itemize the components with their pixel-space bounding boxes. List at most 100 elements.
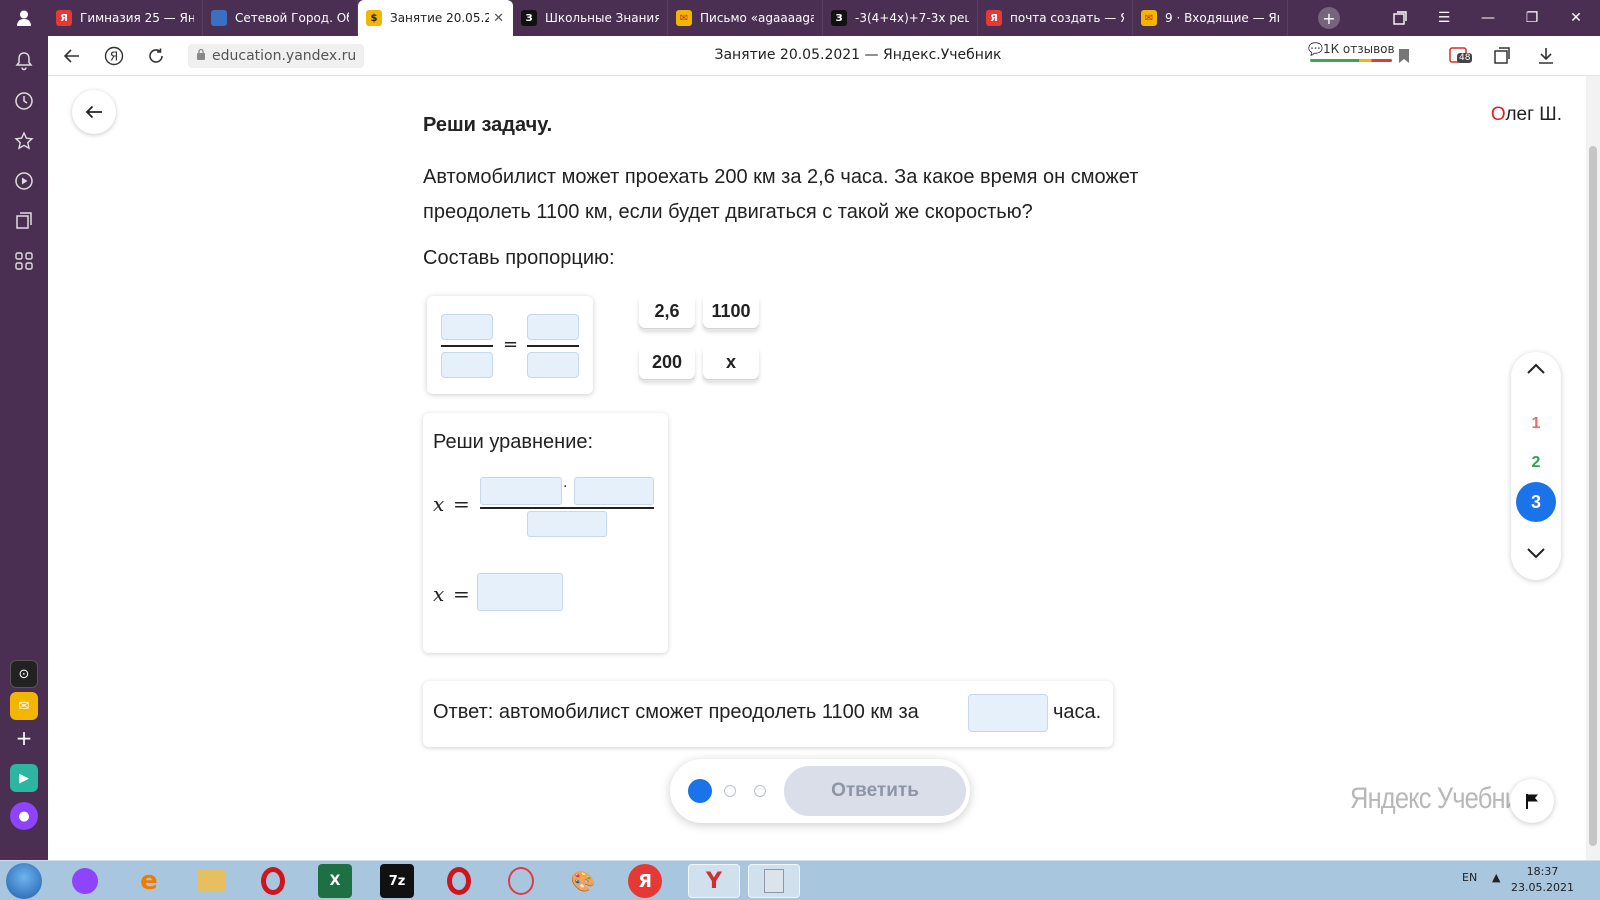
7zip-taskbar-icon[interactable]: 7z [380,864,414,898]
tab-equation[interactable]: З -3(4+4x)+7-3x реш [823,0,978,36]
chevron-up-icon [1527,363,1545,374]
restore-icon[interactable]: ❐ [1510,0,1554,36]
denominator-input[interactable] [527,511,607,537]
attempt-dot-active [688,779,712,803]
play-icon[interactable] [0,166,48,196]
new-tab-button[interactable]: + [1318,7,1340,29]
znanija-favicon-icon: З [521,10,537,26]
answer-input[interactable] [968,694,1048,732]
tab-inbox[interactable]: ✉ 9 · Входящие — Ян [1133,0,1288,36]
close-tab-icon[interactable]: ✕ [493,11,504,26]
proportion-slot-left-bottom[interactable] [441,352,493,378]
opera-taskbar-icon[interactable] [256,864,290,898]
mail-favicon-icon: ✉ [676,10,692,26]
profile-icon[interactable] [0,0,48,36]
excel-taskbar-icon[interactable]: X [318,864,352,898]
chip-1100[interactable]: 1100 [703,294,759,328]
clipboard-icon[interactable] [1490,44,1514,68]
proportion-slot-right-bottom[interactable] [527,352,579,378]
scrollbar-thumb[interactable] [1589,146,1597,846]
tab-school-knowledge[interactable]: З Школьные Знания [513,0,668,36]
user-name[interactable]: Олег Ш. [1491,104,1562,126]
tab-letter[interactable]: ✉ Письмо «agaaaaga [668,0,823,36]
submit-button[interactable]: Ответить [784,766,966,816]
tab-title: Письмо «agaaaaga [700,11,814,25]
star-icon[interactable] [0,126,48,156]
download-icon[interactable] [1534,44,1558,68]
attempts-panel: Ответить [670,759,970,823]
user-initial: О [1490,104,1506,125]
menu-icon[interactable]: ☰ [1422,0,1466,36]
question-1[interactable]: 1 [1511,415,1561,433]
close-window-icon[interactable]: ✕ [1554,0,1598,36]
messenger-app-icon[interactable]: ▶ [10,764,38,792]
protect-extension-icon[interactable]: 48 [1448,44,1473,68]
back-arrow-icon[interactable] [60,44,84,68]
minimize-icon[interactable]: — [1466,0,1510,36]
user-name-rest: лег Ш. [1505,104,1562,125]
x-result-input[interactable] [477,573,563,611]
tab-network-city[interactable]: Сетевой Город. Об [203,0,358,36]
history-clock-icon[interactable] [0,86,48,116]
reload-icon[interactable] [144,44,168,68]
yandex-taskbar-icon[interactable]: Я [628,864,662,898]
numerator-input-2[interactable] [574,477,654,505]
chip-x[interactable]: x [703,345,759,379]
answer-card: Ответ: автомобилист сможет преодолеть 11… [423,681,1113,747]
reviews-widget[interactable]: 💬1К отзывов [1308,42,1395,62]
fraction-line [480,507,654,509]
bookmark-icon[interactable] [1392,44,1416,68]
mail-app-icon[interactable]: ✉ [10,692,38,720]
equals-sign: = [453,492,470,516]
yandex-browser-taskbar-icon[interactable]: Y [688,864,740,898]
services-grid-icon[interactable] [0,246,48,276]
opera-gx-taskbar-icon[interactable] [504,864,538,898]
numerator-input-1[interactable] [480,477,562,505]
tabs-menu-icon[interactable] [1378,0,1422,36]
alice-taskbar-icon[interactable] [68,864,102,898]
page-scrollbar[interactable] [1586,76,1600,860]
collections-icon[interactable] [0,206,48,236]
question-2[interactable]: 2 [1511,454,1561,472]
proportion-slot-right-top[interactable] [527,314,579,340]
calculator-taskbar-icon[interactable] [748,864,800,898]
solve-equation-card: Реши уравнение: x = · x = [423,413,668,653]
task-title: Реши задачу. [423,114,553,136]
task-line: Автомобилист может проехать 200 км за 2,… [423,166,1139,188]
znanija-favicon-icon: З [831,10,847,26]
proportion-slot-left-top[interactable] [441,314,493,340]
windows-start-button[interactable] [6,863,42,899]
nav-down-button[interactable] [1511,546,1561,564]
alice-camera-icon[interactable]: ⊙ [10,660,38,688]
clock[interactable]: 18:37 23.05.2021 [1511,864,1574,896]
question-3-current[interactable]: 3 [1516,482,1556,522]
tab-gymnasium[interactable]: Я Гимназия 25 — Ян [48,0,203,36]
yandex-home-icon[interactable]: Я [102,44,126,68]
language-indicator[interactable]: EN [1462,871,1477,884]
tab-title: Школьные Знания [545,11,659,25]
proportion-label: Составь пропорцию: [423,247,615,269]
svg-text:Я: Я [110,50,118,64]
yandex-favicon-icon: Я [56,10,72,26]
url-field[interactable]: education.yandex.ru [188,44,365,68]
edge-e-taskbar-icon[interactable]: e [132,864,166,898]
task-line: преодолеть 1100 км, если будет двигаться… [423,201,1033,223]
tab-lesson[interactable]: $ Занятие 20.05.2 ✕ [358,0,513,36]
report-button[interactable] [1510,779,1554,823]
browser-tab-strip: Я Гимназия 25 — Ян Сетевой Город. Об $ З… [0,0,1600,36]
folder-taskbar-icon[interactable] [194,864,228,898]
alice-assistant-icon[interactable]: ● [10,802,38,830]
nav-up-button[interactable] [1511,362,1561,380]
add-app-icon[interactable]: + [10,724,38,752]
bell-icon[interactable] [0,46,48,76]
tray-expand-icon[interactable]: ▲ [1492,871,1500,884]
chip-2-6[interactable]: 2,6 [639,294,695,328]
paint-palette-taskbar-icon[interactable]: 🎨 [566,864,600,898]
address-bar: Я education.yandex.ru Занятие 20.05.2021… [48,36,1600,76]
opera-red-taskbar-icon[interactable] [442,864,476,898]
fraction-line [527,345,579,347]
page-title: Занятие 20.05.2021 — Яндекс.Учебник [714,47,1002,63]
back-button[interactable] [72,90,116,134]
tab-mail-create[interactable]: Я почта создать — Я [978,0,1133,36]
chip-200[interactable]: 200 [639,345,695,379]
